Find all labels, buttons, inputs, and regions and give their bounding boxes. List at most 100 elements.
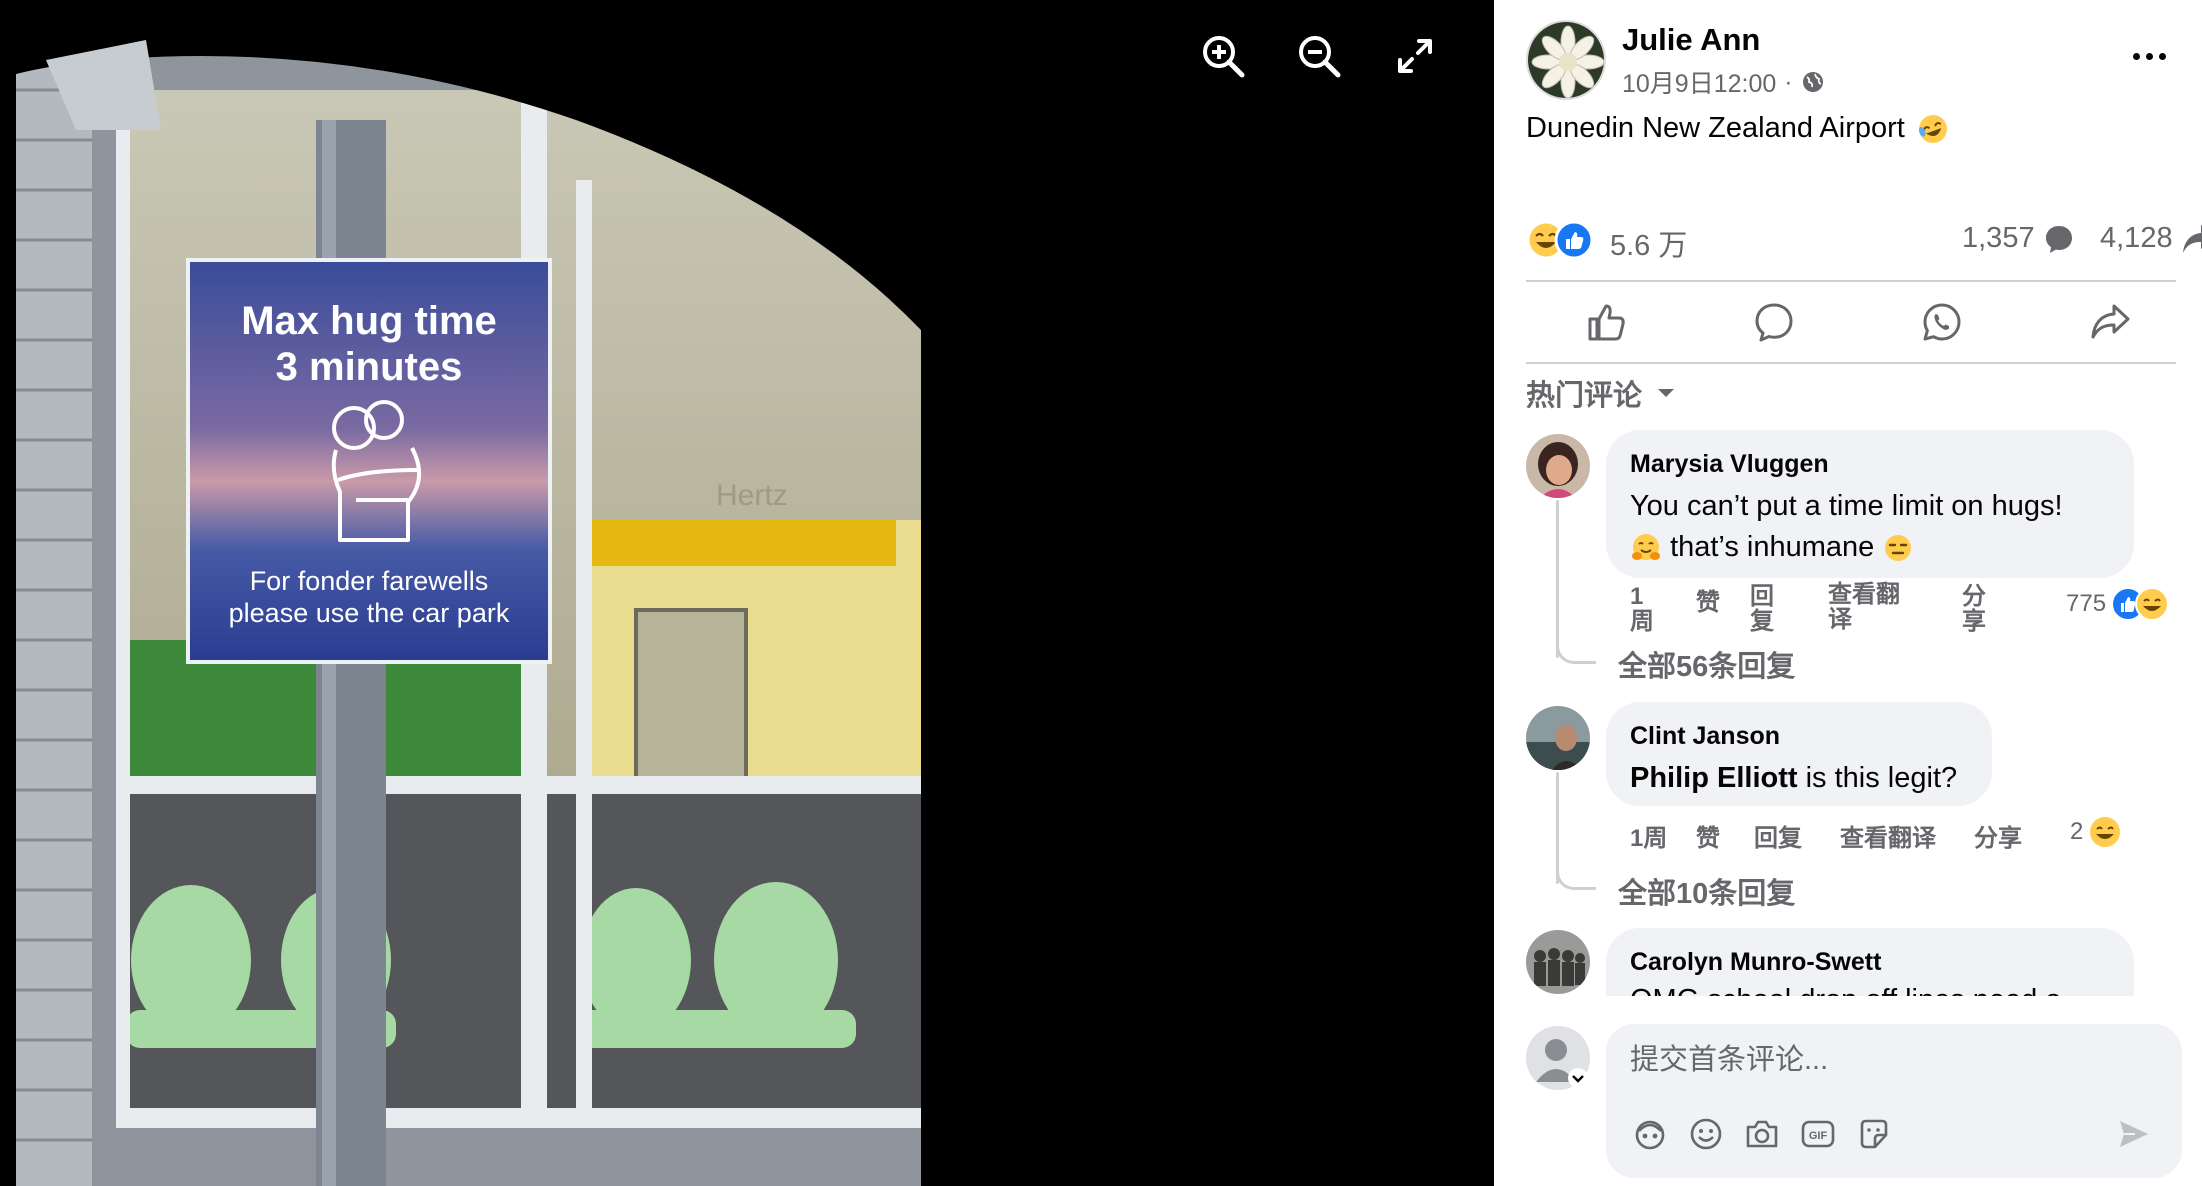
hugging-face-emoji-icon [1632, 534, 1660, 561]
gif-icon: GIF [1801, 1120, 1835, 1148]
share-button[interactable] [2070, 292, 2150, 352]
fullscreen-button[interactable] [1387, 28, 1443, 84]
share-count[interactable]: 4,128 [2100, 222, 2202, 255]
sign-text-line2: 3 minutes [276, 345, 463, 389]
commenter-name[interactable]: Clint Janson [1630, 722, 1780, 751]
post-panel: Julie Ann 10月9日12:00 · Dunedin New Zeala… [1494, 0, 2202, 1186]
post-meta: 10月9日12:00 · [1622, 64, 1825, 100]
comment-bubble: Clint Janson Philip Elliott is this legi… [1606, 702, 1992, 806]
comment-button[interactable] [1734, 292, 1814, 352]
photo-store-sign: Hertz [716, 479, 788, 512]
comment-time[interactable]: 1周 [1630, 818, 1667, 853]
post-stats: 5.6 万 1,357 4,128 [1526, 214, 2202, 264]
share-count-value: 4,128 [2100, 222, 2173, 254]
globe-icon [1802, 72, 1823, 92]
reply-thread-curve [1556, 866, 1596, 890]
see-translation-button[interactable]: 查看翻译 [1828, 582, 1908, 632]
sticker-button[interactable] [1854, 1114, 1894, 1154]
comment-count[interactable]: 1,357 [1962, 222, 2075, 255]
svg-text:GIF: GIF [1809, 1130, 1828, 1142]
comment-text-line1: You can’t put a time limit on hugs! [1630, 490, 2063, 522]
sign-text-line4: please use the car park [229, 598, 510, 628]
person-photo-avatar [1526, 434, 1590, 498]
default-user-icon [1526, 1026, 1590, 1090]
commenter-avatar[interactable] [1526, 706, 1590, 770]
like-haha-reaction-icons [2111, 587, 2170, 621]
comment-time[interactable]: 1周 [1630, 584, 1656, 634]
emoji-button[interactable] [1686, 1114, 1726, 1154]
sign-text-line3: For fonder farewells [250, 566, 489, 596]
view-replies-button[interactable]: 全部56条回复 [1618, 643, 1795, 685]
view-replies-button[interactable]: 全部10条回复 [1618, 870, 1795, 912]
post-photo[interactable]: Hertz Max hug time 3 minutes For fonder … [16, 0, 921, 1186]
comment-text: OMG school drop off lines need a [1630, 980, 2062, 996]
share-icon [2091, 304, 2130, 339]
comment-input[interactable] [1630, 1038, 2150, 1082]
comment-text: Philip Elliott is this legit? [1630, 758, 1957, 799]
like-comment-button[interactable]: 赞 [1696, 582, 1720, 617]
share-comment-button[interactable]: 分享 [1962, 584, 1988, 634]
comment-reactions[interactable]: 2 [2070, 814, 2123, 850]
author-name[interactable]: Julie Ann [1622, 22, 1760, 58]
whatsapp-button[interactable] [1902, 292, 1982, 352]
expressionless-emoji-icon [1885, 535, 1912, 562]
gif-button[interactable]: GIF [1798, 1114, 1838, 1154]
zoom-out-button[interactable] [1291, 28, 1347, 84]
dot-icon [2158, 52, 2166, 60]
commenter-avatar[interactable] [1526, 434, 1590, 498]
comment-sort-dropdown[interactable]: 热门评论 [1526, 372, 1676, 414]
send-icon [2120, 1121, 2148, 1147]
post-caption: Dunedin New Zealand Airport [1526, 112, 1949, 145]
time-separator: · [1784, 67, 1793, 96]
zoom-out-icon [1299, 36, 1341, 78]
photo-button[interactable] [1742, 1114, 1782, 1154]
avatar-sticker-button[interactable] [1630, 1114, 1670, 1154]
photo-viewer: Hertz Max hug time 3 minutes For fonder … [0, 0, 1494, 1186]
comment-reactions[interactable]: 775 [2066, 586, 2172, 622]
caption-text: Dunedin New Zealand Airport [1526, 112, 1905, 144]
comment-reaction-count: 2 [2070, 818, 2084, 845]
whatsapp-icon [1923, 303, 1961, 341]
mentioned-user-link[interactable]: Philip Elliott [1630, 762, 1798, 794]
expand-icon [1398, 39, 1432, 73]
post-timestamp[interactable]: 10月9日12:00 [1622, 64, 1776, 100]
sign-text-line1: Max hug time [241, 299, 497, 343]
reply-thread-line [1556, 500, 1559, 658]
reply-button[interactable]: 回复 [1754, 818, 1802, 853]
divider [1526, 362, 2176, 364]
comment-reaction-count: 775 [2066, 590, 2107, 617]
zoom-in-button[interactable] [1195, 28, 1251, 84]
share-comment-button[interactable]: 分享 [1974, 818, 2022, 853]
commenter-avatar[interactable] [1526, 930, 1590, 994]
dot-icon [2145, 52, 2153, 60]
thumbs-up-icon [1588, 304, 1625, 341]
reaction-icons[interactable] [1526, 218, 1606, 262]
haha-emoji-icon [2088, 815, 2123, 849]
caret-down-icon [1658, 389, 1675, 397]
current-user-avatar[interactable] [1526, 1026, 1590, 1090]
sort-label: 热门评论 [1526, 380, 1643, 412]
comment-icon [1755, 303, 1793, 342]
like-button[interactable] [1566, 292, 1646, 352]
avatar-sticker-icon [1635, 1120, 1665, 1150]
comment-composer: GIF [1606, 1024, 2182, 1178]
rofl-emoji-icon [1918, 115, 1947, 144]
commenter-name[interactable]: Carolyn Munro-Swett [1630, 948, 1881, 977]
person-photo-avatar [1526, 706, 1590, 770]
comment-clip-region: Carolyn Munro-Swett OMG school drop off … [1494, 920, 2202, 996]
share-arrow-icon [2182, 224, 2202, 253]
reply-thread-curve [1556, 640, 1596, 664]
see-translation-button[interactable]: 查看翻译 [1840, 818, 1936, 853]
reply-button[interactable]: 回复 [1750, 584, 1776, 634]
like-comment-button[interactable]: 赞 [1696, 818, 1720, 853]
comment-bubble: Marysia Vluggen You can’t put a time lim… [1606, 430, 2134, 578]
author-avatar[interactable] [1526, 20, 1606, 100]
sticker-icon [1860, 1119, 1888, 1149]
more-options-button[interactable] [2124, 36, 2174, 76]
send-button[interactable] [2114, 1114, 2154, 1154]
dot-icon [2132, 52, 2140, 60]
commenter-name[interactable]: Marysia Vluggen [1630, 450, 1829, 479]
reaction-stack [1526, 220, 1594, 260]
airport-sign-photo: Hertz Max hug time 3 minutes For fonder … [16, 0, 921, 1186]
reaction-count[interactable]: 5.6 万 [1610, 222, 1687, 264]
